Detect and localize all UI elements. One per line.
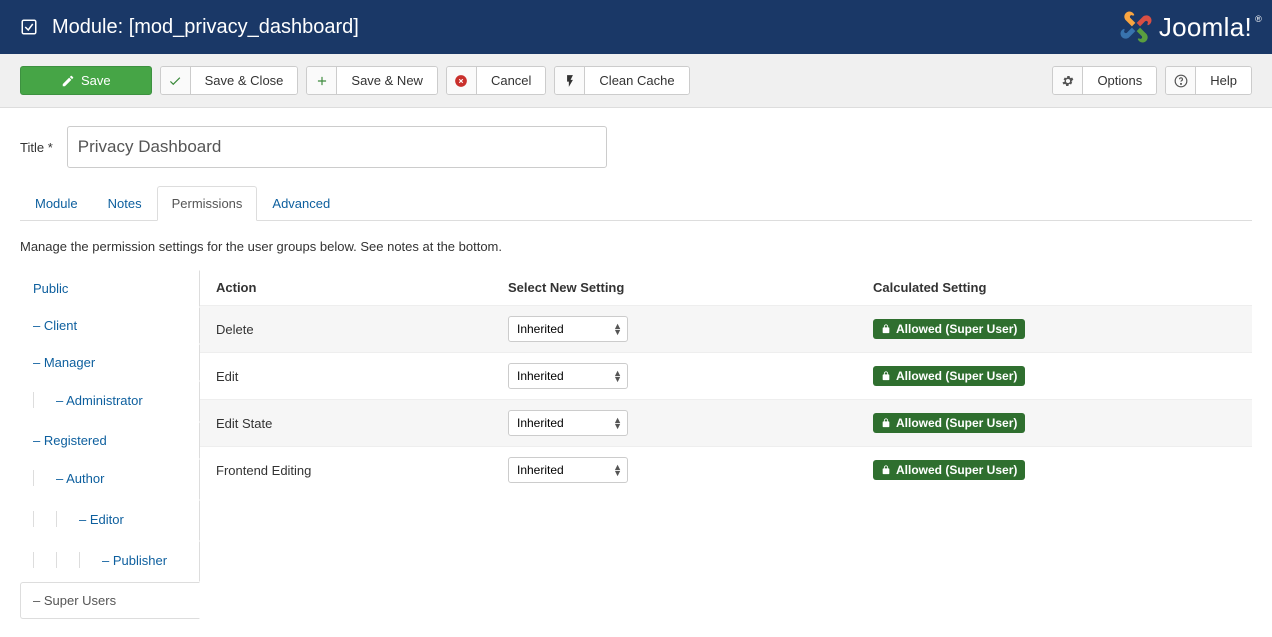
group-item[interactable]: – Super Users xyxy=(20,582,200,619)
permission-row: Edit StateInheritedAllowedDenied▲▼Allowe… xyxy=(200,399,1252,446)
title-label: Title * xyxy=(20,140,53,155)
action-label: Frontend Editing xyxy=(208,463,508,478)
tabs: ModuleNotesPermissionsAdvanced xyxy=(20,186,1252,221)
lock-icon xyxy=(881,371,891,381)
permission-row: Frontend EditingInheritedAllowedDenied▲▼… xyxy=(200,446,1252,493)
group-label: – Publisher xyxy=(102,553,167,568)
page-title: Module: [mod_privacy_dashboard] xyxy=(52,16,359,39)
group-item[interactable]: – Administrator xyxy=(20,381,200,422)
group-item[interactable]: – Author xyxy=(20,459,200,500)
user-groups-list: Public – Client – Manager – Administrator – … xyxy=(20,270,200,619)
badge-text: Allowed (Super User) xyxy=(896,463,1017,477)
save-close-label: Save & Close xyxy=(191,67,298,94)
calculated-badge: Allowed (Super User) xyxy=(873,366,1025,386)
group-item[interactable]: – Client xyxy=(20,307,200,344)
setting-select[interactable]: InheritedAllowedDenied xyxy=(508,410,628,436)
permissions-description: Manage the permission settings for the u… xyxy=(20,239,1252,254)
permission-row: DeleteInheritedAllowedDenied▲▼Allowed (S… xyxy=(200,305,1252,352)
cancel-icon xyxy=(454,74,468,88)
group-item[interactable]: – Registered xyxy=(20,422,200,459)
calculated-badge: Allowed (Super User) xyxy=(873,460,1025,480)
group-label: – Registered xyxy=(33,433,107,448)
options-label: Options xyxy=(1083,67,1156,94)
group-item[interactable]: Public xyxy=(20,270,200,307)
tab-notes[interactable]: Notes xyxy=(93,186,157,221)
group-label: – Super Users xyxy=(33,593,116,608)
help-button[interactable]: Help xyxy=(1165,66,1252,95)
title-input[interactable] xyxy=(67,126,607,168)
tab-module[interactable]: Module xyxy=(20,186,93,221)
lock-icon xyxy=(881,418,891,428)
help-icon xyxy=(1174,74,1188,88)
gear-icon xyxy=(1061,74,1075,88)
group-item[interactable]: – Publisher xyxy=(20,541,200,582)
help-label: Help xyxy=(1196,67,1251,94)
save-label: Save xyxy=(81,73,111,88)
module-icon xyxy=(20,18,38,36)
group-label: – Manager xyxy=(33,355,95,370)
save-button[interactable]: Save xyxy=(20,66,152,95)
brand-logo: Joomla! xyxy=(1119,10,1252,44)
lock-icon xyxy=(881,465,891,475)
col-calc-header: Calculated Setting xyxy=(873,280,1244,295)
group-label: – Author xyxy=(56,471,104,486)
brand-text: Joomla! xyxy=(1159,12,1252,43)
toolbar: Save Save & Close Save & New Cancel Clea… xyxy=(0,54,1272,108)
group-label: – Administrator xyxy=(56,393,143,408)
save-close-button[interactable]: Save & Close xyxy=(160,66,299,95)
calculated-badge: Allowed (Super User) xyxy=(873,413,1025,433)
permission-row: EditInheritedAllowedDenied▲▼Allowed (Sup… xyxy=(200,352,1252,399)
check-icon xyxy=(168,74,182,88)
col-action-header: Action xyxy=(208,280,508,295)
action-label: Edit State xyxy=(208,416,508,431)
save-new-button[interactable]: Save & New xyxy=(306,66,438,95)
plus-icon xyxy=(315,74,329,88)
app-header: Module: [mod_privacy_dashboard] Joomla! xyxy=(0,0,1272,54)
clean-cache-button[interactable]: Clean Cache xyxy=(554,66,689,95)
group-item[interactable]: – Manager xyxy=(20,344,200,381)
apply-icon xyxy=(61,74,75,88)
action-label: Edit xyxy=(208,369,508,384)
cancel-button[interactable]: Cancel xyxy=(446,66,546,95)
joomla-icon xyxy=(1119,10,1153,44)
cancel-label: Cancel xyxy=(477,67,545,94)
permissions-table: Action Select New Setting Calculated Set… xyxy=(200,270,1252,619)
badge-text: Allowed (Super User) xyxy=(896,322,1017,336)
calculated-badge: Allowed (Super User) xyxy=(873,319,1025,339)
group-label: – Editor xyxy=(79,512,124,527)
lock-icon xyxy=(881,324,891,334)
badge-text: Allowed (Super User) xyxy=(896,369,1017,383)
badge-text: Allowed (Super User) xyxy=(896,416,1017,430)
save-new-label: Save & New xyxy=(337,67,437,94)
clean-cache-label: Clean Cache xyxy=(585,67,688,94)
setting-select[interactable]: InheritedAllowedDenied xyxy=(508,316,628,342)
setting-select[interactable]: InheritedAllowedDenied xyxy=(508,363,628,389)
group-label: Public xyxy=(33,281,68,296)
tab-permissions[interactable]: Permissions xyxy=(157,186,258,221)
col-setting-header: Select New Setting xyxy=(508,280,873,295)
tab-advanced[interactable]: Advanced xyxy=(257,186,345,221)
group-item[interactable]: – Editor xyxy=(20,500,200,541)
options-button[interactable]: Options xyxy=(1052,66,1157,95)
action-label: Delete xyxy=(208,322,508,337)
lightning-icon xyxy=(563,74,577,88)
group-label: – Client xyxy=(33,318,77,333)
setting-select[interactable]: InheritedAllowedDenied xyxy=(508,457,628,483)
